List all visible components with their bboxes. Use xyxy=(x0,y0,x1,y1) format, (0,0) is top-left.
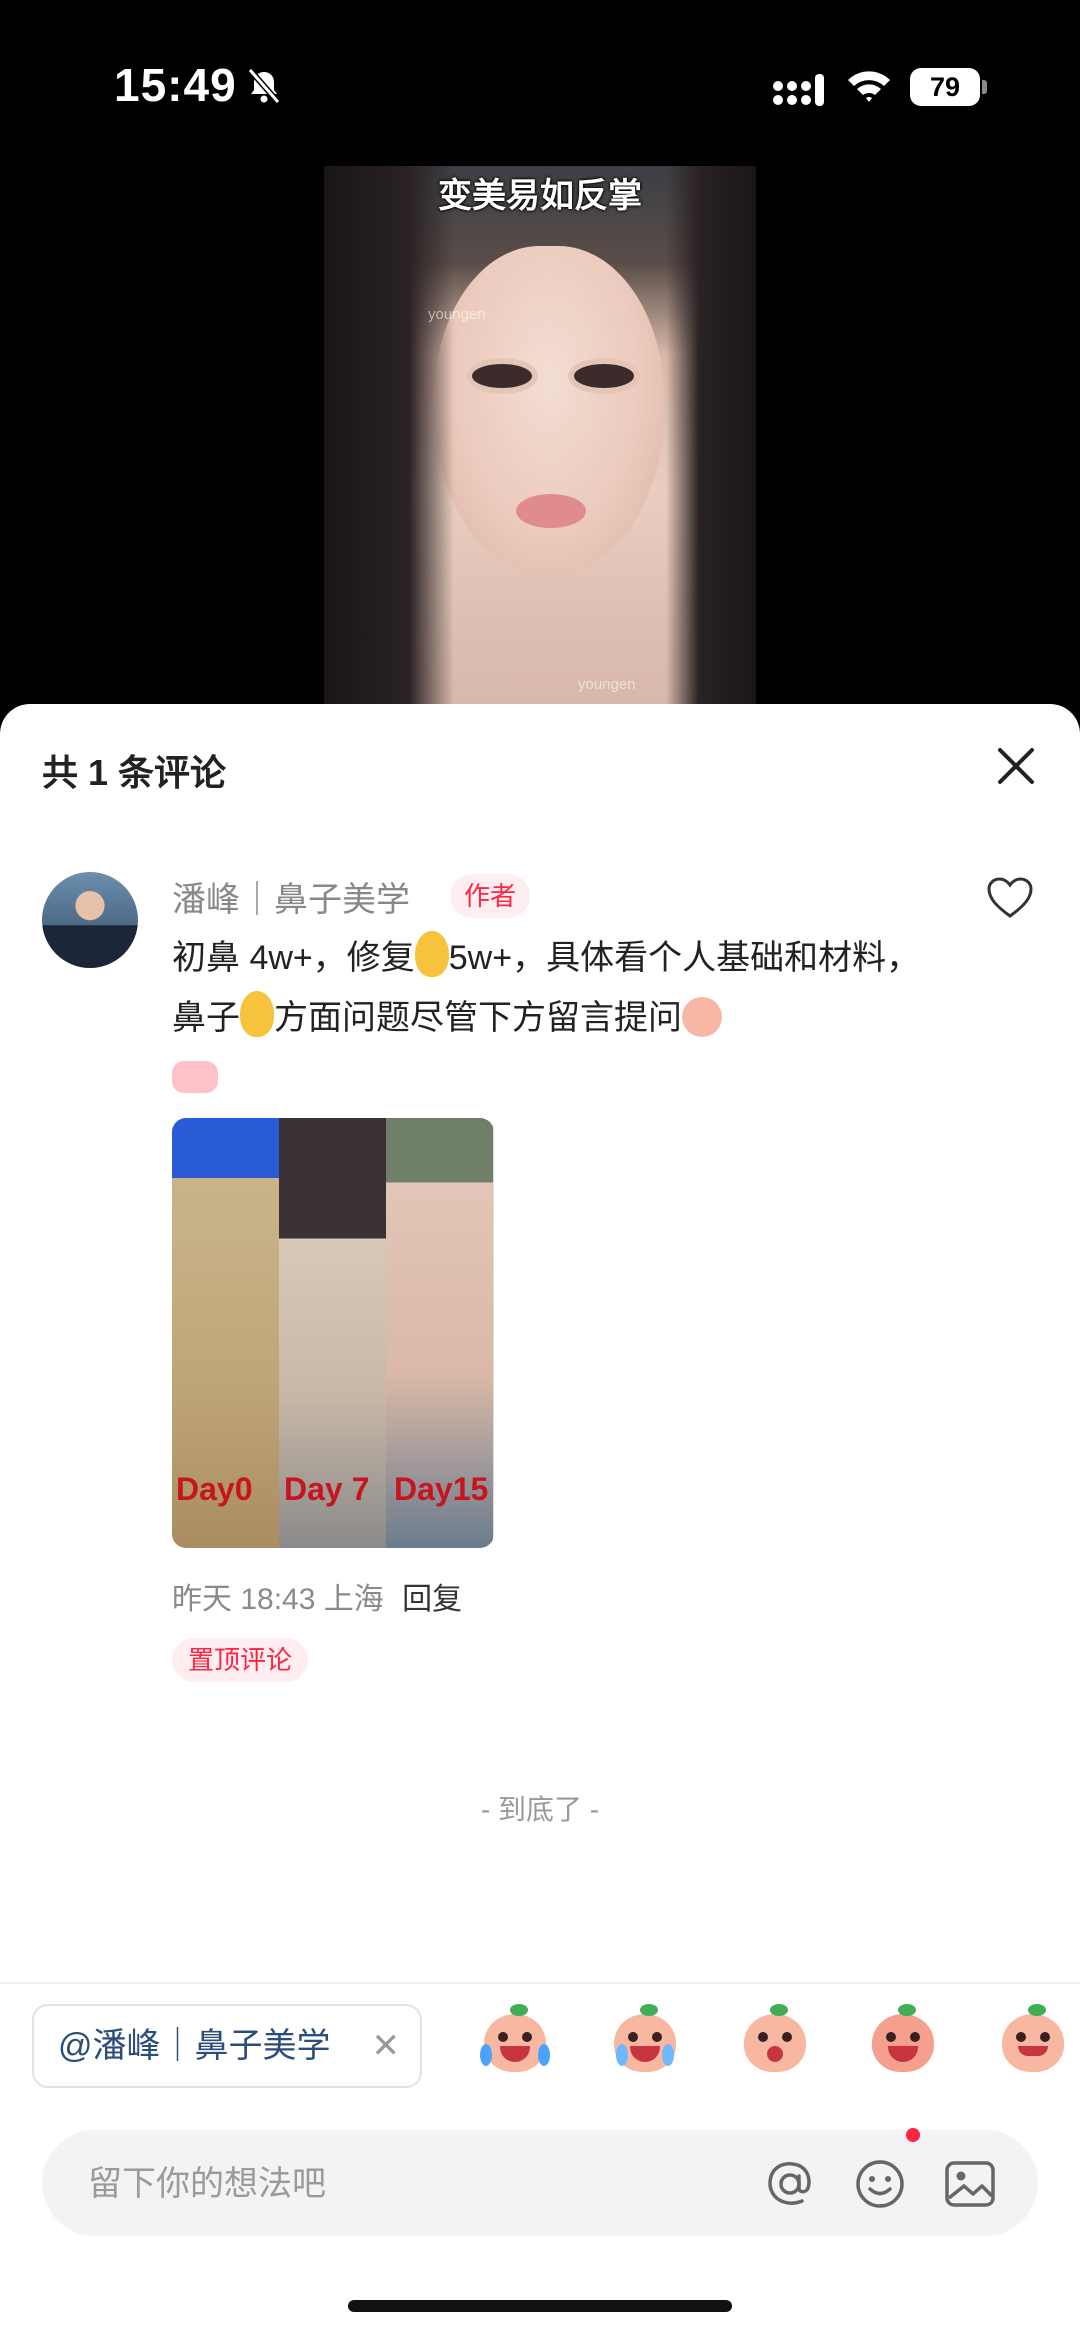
home-indicator[interactable] xyxy=(348,2300,732,2312)
author-badge: 作者 xyxy=(450,874,531,918)
comments-sheet: 共 1 条评论 潘峰｜鼻子美学 作者 初鼻 4w+，修复 5w+，具体看个人基础和… xyxy=(0,704,1080,2348)
video-watermark: youngen xyxy=(428,306,486,323)
mention-chip[interactable]: @潘峰｜鼻子美学 ✕ xyxy=(32,2004,422,2088)
comments-count-title: 共 1 条评论 xyxy=(42,752,227,793)
nose-emoji-icon xyxy=(240,991,274,1037)
shy-sticker-icon[interactable] xyxy=(738,2004,812,2078)
comment-text-1: 初鼻 4w+，修复 xyxy=(172,939,415,977)
image-label-day15: Day15 xyxy=(394,1471,489,1507)
comment-text-3: 方面问题尽管下方留言提问 xyxy=(274,999,682,1037)
cellular-signal-icon xyxy=(773,74,824,106)
comment-input-bar xyxy=(42,2130,1038,2236)
comment-body: 初鼻 4w+，修复 5w+，具体看个人基础和材料，鼻子 方面问题尽管下方留言提问 xyxy=(172,928,932,1108)
angry-sticker-icon[interactable] xyxy=(866,2004,940,2078)
emoji-notification-dot xyxy=(906,2128,920,2142)
thumbs-up-sticker-icon xyxy=(172,1061,218,1093)
reply-button[interactable]: 回复 xyxy=(402,1583,462,1616)
comment-meta: 昨天 18:43 上海 回复 xyxy=(172,1574,462,1618)
mention-at-icon[interactable] xyxy=(762,2156,818,2212)
end-of-list-text: - 到底了 - xyxy=(480,1794,600,1825)
close-icon[interactable] xyxy=(994,744,1038,788)
video-caption: 变美易如反掌 xyxy=(438,177,642,215)
blush-sticker-icon xyxy=(682,997,722,1037)
mention-chip-label: @潘峰｜鼻子美学 xyxy=(58,2027,331,2065)
wifi-icon xyxy=(848,71,890,102)
grumpy-sticker-icon[interactable] xyxy=(996,2004,1070,2078)
battery-level: 79 xyxy=(910,68,980,106)
laugh-sticker-icon[interactable] xyxy=(478,2004,552,2078)
crying-sticker-icon[interactable] xyxy=(608,2004,682,2078)
comment-input[interactable] xyxy=(86,2156,650,2212)
video-watermark-2: youngen xyxy=(578,676,636,693)
image-label-day7: Day 7 xyxy=(284,1471,370,1507)
image-label-day0: Day0 xyxy=(176,1471,253,1507)
status-time: 15:49 xyxy=(114,59,237,111)
battery-indicator: 79 xyxy=(910,68,988,106)
video-frame-face xyxy=(434,246,664,576)
comment-location: 上海 xyxy=(323,1583,384,1616)
image-picker-icon[interactable] xyxy=(942,2156,998,2212)
nose-emoji-icon xyxy=(414,931,449,977)
pinned-comment-badge: 置顶评论 xyxy=(172,1638,309,1682)
remove-mention-icon[interactable]: ✕ xyxy=(372,2006,401,2086)
divider xyxy=(0,1982,1080,1984)
status-bar: 15:49 79 xyxy=(0,0,1080,170)
like-heart-icon[interactable] xyxy=(986,876,1034,920)
comment-image[interactable]: Day0 Day 7 Day15 xyxy=(172,1118,494,1548)
comment-username[interactable]: 潘峰｜鼻子美学 xyxy=(172,872,410,921)
avatar[interactable] xyxy=(42,872,138,968)
silent-bell-icon xyxy=(247,68,281,104)
comment-time: 昨天 18:43 xyxy=(172,1583,316,1616)
video-player[interactable]: 变美易如反掌 youngen youngen xyxy=(324,166,756,706)
emoji-smile-icon[interactable] xyxy=(852,2156,908,2212)
